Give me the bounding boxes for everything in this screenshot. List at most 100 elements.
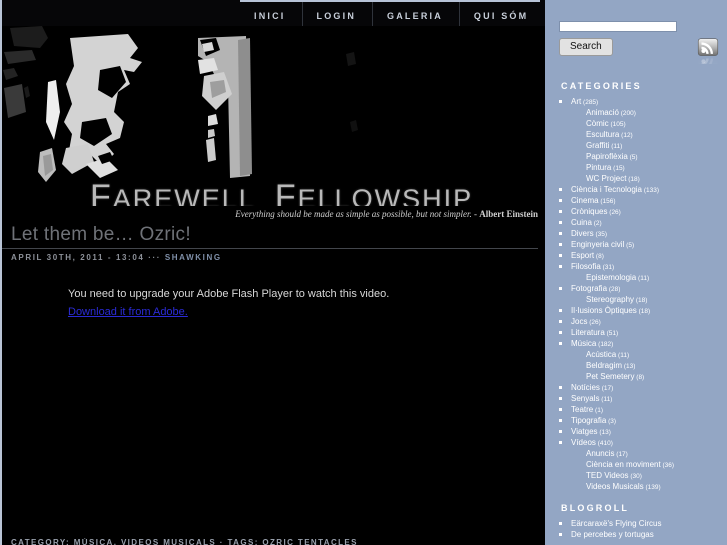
- category-item[interactable]: Pet Semetery (8): [545, 371, 727, 382]
- category-label[interactable]: Cròniques: [571, 207, 607, 216]
- category-item[interactable]: Cròniques (26): [545, 206, 727, 217]
- search-button[interactable]: Search: [559, 38, 613, 56]
- post-author[interactable]: SHAWKING: [165, 253, 222, 262]
- category-count: (11): [616, 352, 630, 359]
- category-item[interactable]: Art (285): [545, 96, 727, 107]
- nav-item-galeria[interactable]: GALERIA: [373, 2, 460, 28]
- category-item[interactable]: Animació (200): [545, 107, 727, 118]
- category-label[interactable]: Enginyeria civil: [571, 240, 624, 249]
- category-item[interactable]: Literatura (51): [545, 327, 727, 338]
- category-item[interactable]: Divers (35): [545, 228, 727, 239]
- nav-item-inici[interactable]: INICI: [240, 2, 303, 28]
- post-title[interactable]: Let them be… Ozric!: [2, 222, 538, 249]
- category-label[interactable]: Pet Semetery: [586, 372, 634, 381]
- category-item[interactable]: Pintura (15): [545, 162, 727, 173]
- category-label[interactable]: Beldragim: [586, 361, 622, 370]
- nav-item-login[interactable]: LOGIN: [303, 2, 374, 28]
- category-label[interactable]: Divers: [571, 229, 594, 238]
- blogroll-label[interactable]: De percebes y tortugas: [571, 530, 654, 539]
- category-label[interactable]: Música: [571, 339, 596, 348]
- category-label[interactable]: Teatre: [571, 405, 593, 414]
- category-label[interactable]: Notícies: [571, 383, 600, 392]
- category-count: (2): [591, 220, 602, 227]
- category-item[interactable]: Papiroflèxia (5): [545, 151, 727, 162]
- nav-link-galeria[interactable]: GALERIA: [387, 11, 443, 21]
- category-label[interactable]: Senyals: [571, 394, 599, 403]
- nav-link-qui-som[interactable]: QUI SÓM: [474, 11, 528, 21]
- category-label[interactable]: Animació: [586, 108, 619, 117]
- category-item[interactable]: Vídeos (410): [545, 437, 727, 448]
- category-item[interactable]: Esport (8): [545, 250, 727, 261]
- categories-heading: CATEGORIES: [561, 81, 642, 91]
- nav-list: INICI LOGIN GALERIA QUI SÓM: [240, 2, 544, 28]
- category-label[interactable]: Art: [571, 97, 581, 106]
- category-label[interactable]: Videos Musicals: [586, 482, 644, 491]
- category-item[interactable]: Filosofia (31): [545, 261, 727, 272]
- nav-item-qui-som[interactable]: QUI SÓM: [460, 2, 544, 28]
- main-column: INICI LOGIN GALERIA QUI SÓM FAREWELL FEL…: [0, 0, 545, 545]
- blogroll-item[interactable]: De percebes y tortugas: [545, 529, 727, 540]
- search-input[interactable]: [559, 21, 677, 32]
- category-item[interactable]: Escultura (12): [545, 129, 727, 140]
- category-label[interactable]: WC Project: [586, 174, 626, 183]
- category-label[interactable]: Cinema: [571, 196, 599, 205]
- category-label[interactable]: Esport: [571, 251, 594, 260]
- blogroll-item[interactable]: Eärcaraxë's Flying Circus: [545, 518, 727, 529]
- category-item[interactable]: Beldragim (13): [545, 360, 727, 371]
- category-label[interactable]: Stereography: [586, 295, 634, 304]
- category-label[interactable]: Fotografia: [571, 284, 607, 293]
- category-count: (18): [634, 297, 648, 304]
- category-item[interactable]: Enginyeria civil (5): [545, 239, 727, 250]
- category-label[interactable]: Papiroflèxia: [586, 152, 628, 161]
- blogroll-label[interactable]: Eärcaraxë's Flying Circus: [571, 519, 661, 528]
- category-item[interactable]: Graffiti (11): [545, 140, 727, 151]
- category-label[interactable]: Viatges: [571, 427, 598, 436]
- category-item[interactable]: Música (182): [545, 338, 727, 349]
- category-label[interactable]: Filosofia: [571, 262, 601, 271]
- category-label[interactable]: Il·lusions Òptiques: [571, 306, 637, 315]
- category-item[interactable]: WC Project (18): [545, 173, 727, 184]
- category-item[interactable]: Cuina (2): [545, 217, 727, 228]
- category-item[interactable]: Ciència en moviment (36): [545, 459, 727, 470]
- category-label[interactable]: Jocs: [571, 317, 587, 326]
- category-item[interactable]: Fotografia (28): [545, 283, 727, 294]
- category-item[interactable]: Senyals (11): [545, 393, 727, 404]
- category-item[interactable]: Tipografia (3): [545, 415, 727, 426]
- rss-feed-icon[interactable]: [695, 38, 721, 64]
- category-item[interactable]: Anuncis (17): [545, 448, 727, 459]
- category-label[interactable]: Literatura: [571, 328, 605, 337]
- flash-download-link[interactable]: Download it from Adobe.: [68, 305, 188, 319]
- categories-list: Art (285) Animació (200) Còmic (105) Escult…: [545, 96, 727, 492]
- category-item[interactable]: Teatre (1): [545, 404, 727, 415]
- category-item[interactable]: Stereography (18): [545, 294, 727, 305]
- nav-link-inici[interactable]: INICI: [254, 11, 286, 21]
- category-item[interactable]: Videos Musicals (139): [545, 481, 727, 492]
- category-item[interactable]: Acústica (11): [545, 349, 727, 360]
- category-label[interactable]: Ciència en moviment: [586, 460, 661, 469]
- category-item[interactable]: TED Videos (30): [545, 470, 727, 481]
- category-label[interactable]: Escultura: [586, 130, 619, 139]
- category-label[interactable]: Cuina: [571, 218, 592, 227]
- category-item[interactable]: Còmic (105): [545, 118, 727, 129]
- category-count: (15): [611, 165, 625, 172]
- category-label[interactable]: Vídeos: [571, 438, 596, 447]
- category-item[interactable]: Il·lusions Òptiques (18): [545, 305, 727, 316]
- category-item[interactable]: Ciència i Tecnologia (133): [545, 184, 727, 195]
- category-item[interactable]: Viatges (13): [545, 426, 727, 437]
- category-label[interactable]: TED Videos: [586, 471, 629, 480]
- category-label[interactable]: Pintura: [586, 163, 611, 172]
- category-item[interactable]: Jocs (26): [545, 316, 727, 327]
- category-item[interactable]: Cinema (156): [545, 195, 727, 206]
- category-item[interactable]: Notícies (17): [545, 382, 727, 393]
- category-count: (3): [606, 418, 617, 425]
- category-label[interactable]: Acústica: [586, 350, 616, 359]
- category-label[interactable]: Ciència i Tecnologia: [571, 185, 642, 194]
- category-item[interactable]: Epistemologia (11): [545, 272, 727, 283]
- category-label[interactable]: Anuncis: [586, 449, 614, 458]
- nav-link-login[interactable]: LOGIN: [317, 11, 357, 21]
- category-label[interactable]: Graffiti: [586, 141, 609, 150]
- banner-title-word-1: AREWELL: [112, 184, 256, 206]
- category-label[interactable]: Epistemologia: [586, 273, 636, 282]
- category-label[interactable]: Tipografia: [571, 416, 606, 425]
- category-label[interactable]: Còmic: [586, 119, 609, 128]
